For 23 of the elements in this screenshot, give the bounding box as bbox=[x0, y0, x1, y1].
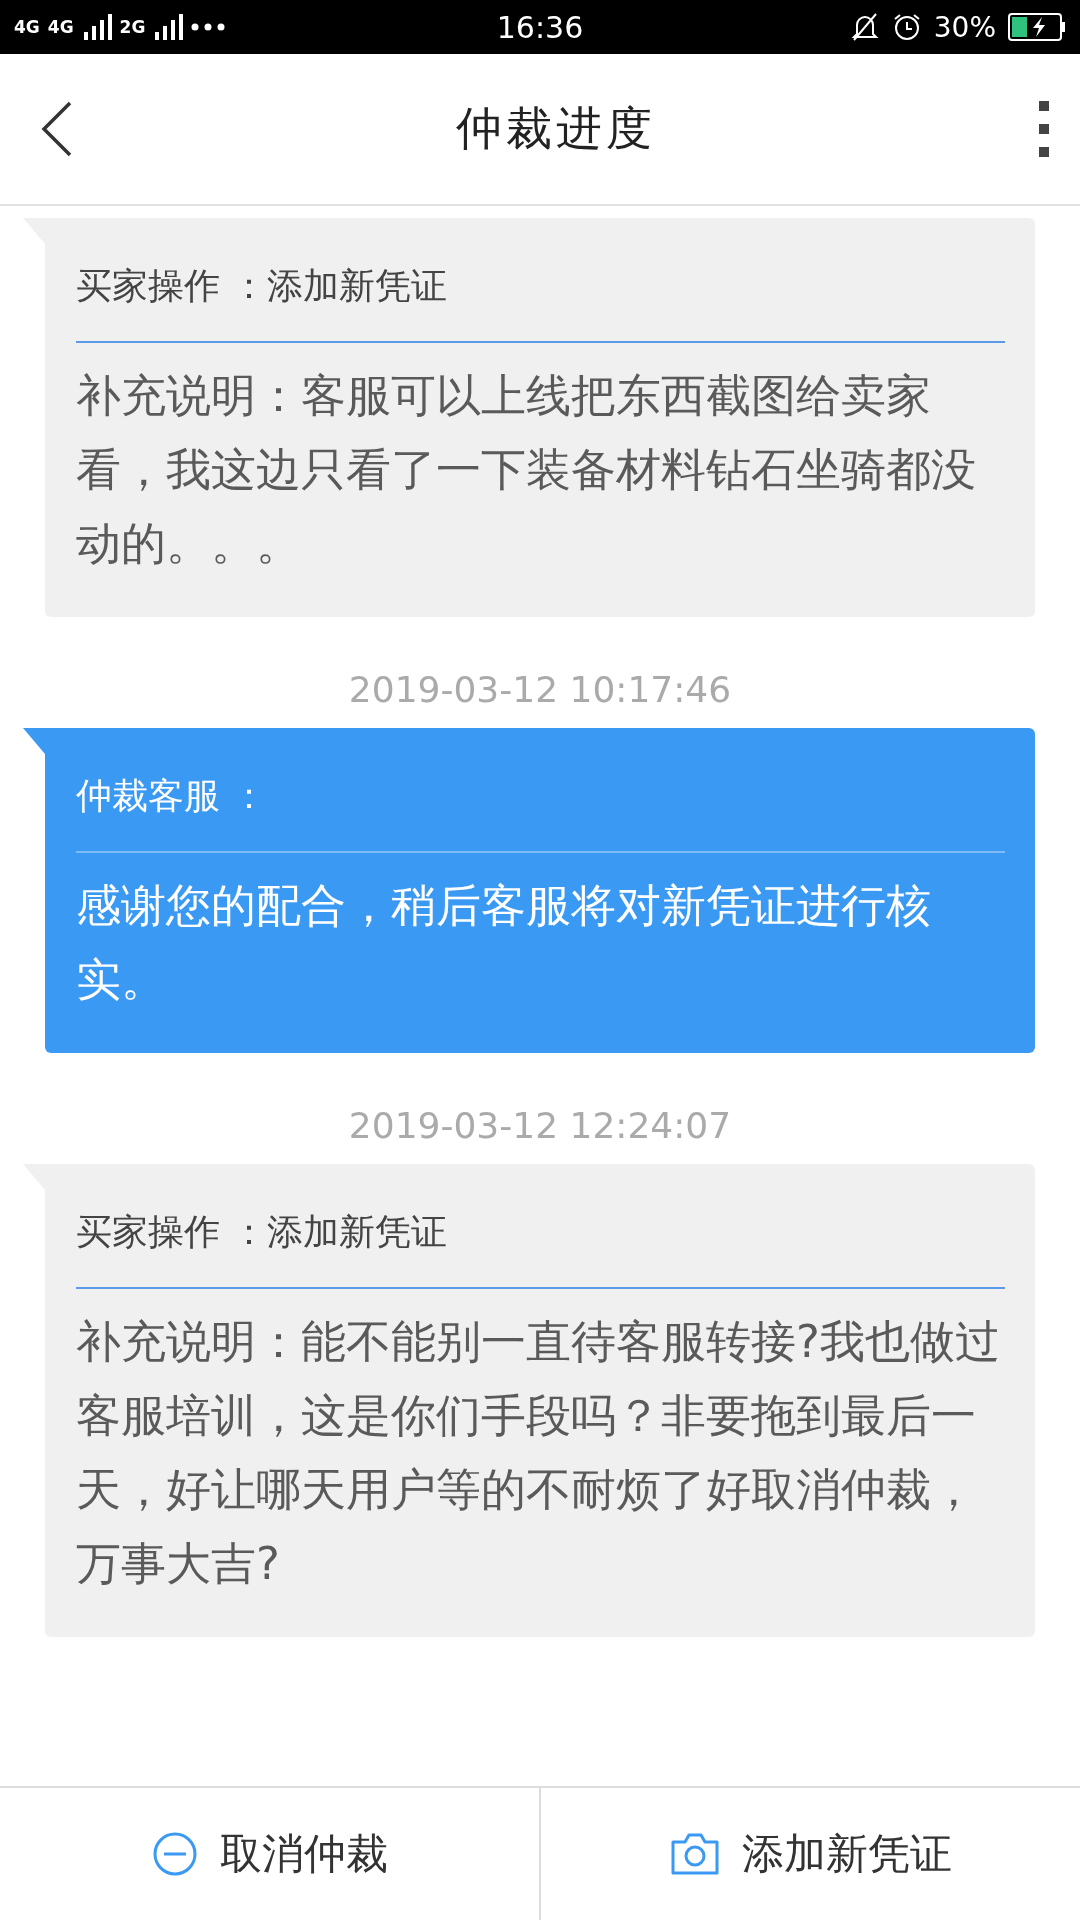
message-text: 补充说明：能不能别一直待客服转接?我也做过客服培训，这是你们手段吗？非要拖到最后一天，好让哪天用户等的不耐烦了好取消仲裁，万事大吉? bbox=[76, 1314, 1001, 1592]
network-label: 4G bbox=[14, 17, 40, 37]
signal-icon bbox=[153, 14, 184, 40]
signal-icon bbox=[81, 14, 112, 40]
more-vertical-icon[interactable] bbox=[1038, 100, 1050, 158]
minus-circle-icon bbox=[151, 1831, 198, 1877]
message-title: 买家操作 ：添加新凭证 bbox=[76, 248, 1005, 343]
back-icon[interactable] bbox=[40, 100, 74, 158]
message-timestamp: 2019-03-12 10:17:46 bbox=[348, 669, 732, 710]
message-title: 仲裁客服 ： bbox=[76, 758, 1005, 853]
message-text: 补充说明：客服可以上线把东西截图给卖家看，我这边只看了一下装备材料钻石坐骑都没动的。。。 bbox=[76, 368, 977, 572]
status-time: 16:36 bbox=[496, 9, 584, 45]
battery-percent: 30% bbox=[933, 10, 996, 44]
network-label: 2G bbox=[119, 17, 146, 37]
battery-charging-icon bbox=[1008, 13, 1066, 41]
message-title: 买家操作 ：添加新凭证 bbox=[76, 1194, 1005, 1289]
network-label: 4G bbox=[47, 17, 74, 37]
bell-off-icon bbox=[849, 12, 880, 42]
more-dots-icon bbox=[191, 23, 226, 31]
camera-icon bbox=[669, 1832, 720, 1876]
message-text: 感谢您的配合，稍后客服将对新凭证进行核实。 bbox=[76, 878, 932, 1008]
message-timestamp: 2019-03-12 12:24:07 bbox=[348, 1105, 732, 1146]
page-title: 仲裁进度 bbox=[456, 100, 656, 157]
